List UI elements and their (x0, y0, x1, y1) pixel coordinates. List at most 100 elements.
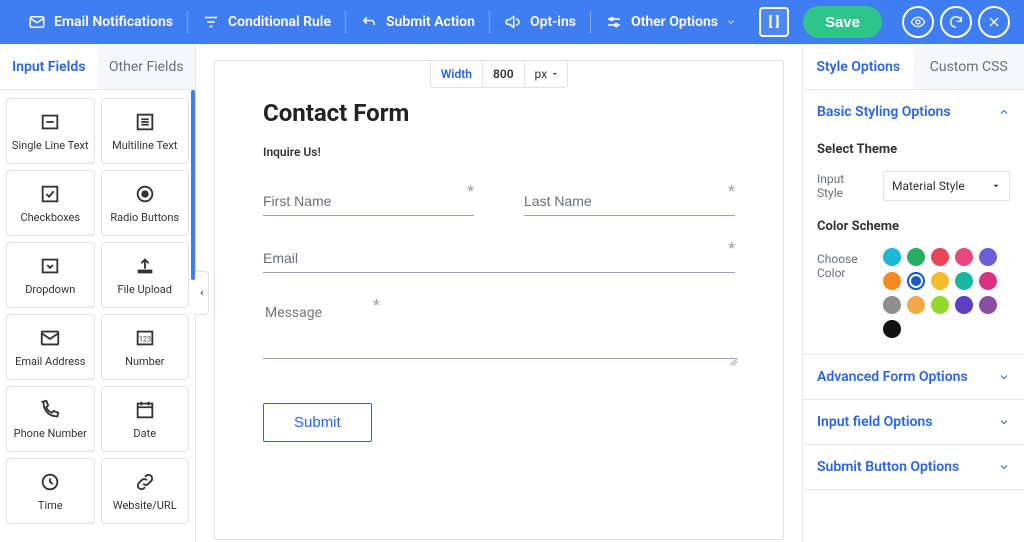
color-swatch[interactable] (931, 296, 949, 314)
tile-dropdown[interactable]: Dropdown (6, 242, 95, 308)
chevron-down-icon (998, 461, 1010, 473)
form-subtitle[interactable]: Inquire Us! (263, 145, 735, 159)
checkbox-icon (39, 183, 61, 205)
message-input[interactable] (263, 301, 735, 359)
top-toolbar: Email Notifications Conditional Rule Sub… (0, 0, 1024, 44)
menu-other-options[interactable]: Other Options (591, 7, 750, 37)
color-swatch[interactable] (931, 248, 949, 266)
color-swatch[interactable] (979, 272, 997, 290)
tab-input-fields[interactable]: Input Fields (0, 44, 98, 89)
return-icon (360, 13, 378, 31)
mail-icon (39, 327, 61, 349)
select-theme-title: Select Theme (817, 142, 1010, 157)
form-canvas[interactable]: Width 800 px Contact Form Inquire Us! * (214, 60, 784, 540)
color-swatch[interactable] (931, 272, 949, 290)
menu-label: Other Options (631, 14, 718, 30)
color-swatch[interactable] (979, 248, 997, 266)
tile-multiline-text[interactable]: Multiline Text (101, 98, 190, 164)
canvas-width-control[interactable]: Width 800 px (430, 60, 568, 88)
menu-submit-action[interactable]: Submit Action (346, 7, 489, 37)
canvas-area: Width 800 px Contact Form Inquire Us! * (196, 44, 802, 542)
input-style-select[interactable]: Material Style (883, 171, 1010, 201)
submit-button[interactable]: Submit (263, 403, 372, 442)
field-first-name[interactable]: * (263, 187, 474, 216)
eye-icon (910, 14, 926, 30)
color-swatch[interactable] (883, 248, 901, 266)
tile-phone-number[interactable]: Phone Number (6, 386, 95, 452)
refresh-button[interactable] (940, 6, 972, 38)
upload-icon (134, 255, 156, 277)
color-swatch[interactable] (955, 296, 973, 314)
tile-website-url[interactable]: Website/URL (101, 458, 190, 524)
tile-file-upload[interactable]: File Upload (101, 242, 190, 308)
menu-email-notifications[interactable]: Email Notifications (14, 7, 187, 37)
width-label: Width (431, 61, 483, 87)
field-last-name[interactable]: * (524, 187, 735, 216)
chevron-down-icon (998, 371, 1010, 383)
tile-date[interactable]: Date (101, 386, 190, 452)
color-swatch[interactable] (883, 296, 901, 314)
shortcode-button[interactable]: [ ] (759, 7, 789, 37)
section-advanced-form-header[interactable]: Advanced Form Options (803, 355, 1024, 399)
textarea-icon (134, 111, 156, 133)
width-value[interactable]: 800 (483, 61, 525, 87)
color-swatch[interactable] (883, 272, 901, 290)
right-panel: Style Options Custom CSS Basic Styling O… (802, 44, 1024, 542)
tile-time[interactable]: Time (6, 458, 95, 524)
first-name-input[interactable] (263, 187, 474, 216)
field-email[interactable]: * (263, 244, 735, 273)
tab-style-options[interactable]: Style Options (803, 44, 914, 89)
phone-icon (39, 399, 61, 421)
refresh-icon (948, 14, 964, 30)
text-input-icon (39, 111, 61, 133)
left-tabs: Input Fields Other Fields (0, 44, 195, 90)
required-mark: * (467, 181, 474, 200)
tile-email-address[interactable]: Email Address (6, 314, 95, 380)
preview-button[interactable] (902, 6, 934, 38)
section-basic-styling-header[interactable]: Basic Styling Options (803, 90, 1024, 134)
color-swatch[interactable] (883, 320, 901, 338)
menu-label: Conditional Rule (228, 14, 331, 30)
choose-color-label: Choose Color (817, 248, 883, 280)
menu-label: Opt-ins (530, 14, 576, 30)
collapse-left-handle[interactable] (195, 271, 209, 315)
tile-checkboxes[interactable]: Checkboxes (6, 170, 95, 236)
required-mark: * (728, 238, 735, 257)
color-swatch[interactable] (955, 248, 973, 266)
calendar-icon (134, 399, 156, 421)
menu-label: Submit Action (386, 14, 475, 30)
sliders-icon (605, 13, 623, 31)
save-button[interactable]: Save (803, 6, 882, 38)
menu-opt-ins[interactable]: Opt-ins (490, 7, 590, 37)
link-icon (134, 471, 156, 493)
tab-other-fields[interactable]: Other Fields (98, 44, 196, 89)
tile-single-line-text[interactable]: Single Line Text (6, 98, 95, 164)
section-submit-button-header[interactable]: Submit Button Options (803, 445, 1024, 489)
megaphone-icon (504, 13, 522, 31)
mail-icon (28, 13, 46, 31)
tile-number[interactable]: 123 Number (101, 314, 190, 380)
color-swatch[interactable] (907, 296, 925, 314)
dropdown-icon (39, 255, 61, 277)
email-input[interactable] (263, 244, 735, 273)
close-button[interactable] (978, 6, 1010, 38)
color-swatch[interactable] (955, 272, 973, 290)
section-input-field-header[interactable]: Input field Options (803, 400, 1024, 444)
number-icon: 123 (134, 327, 156, 349)
section-advanced-form: Advanced Form Options (803, 355, 1024, 400)
width-unit[interactable]: px (525, 67, 568, 81)
color-swatch[interactable] (907, 272, 925, 290)
right-tabs: Style Options Custom CSS (803, 44, 1024, 90)
form-title[interactable]: Contact Form (263, 99, 735, 127)
menu-conditional-rule[interactable]: Conditional Rule (188, 7, 345, 37)
svg-text:123: 123 (139, 334, 151, 343)
tab-custom-css[interactable]: Custom CSS (914, 44, 1024, 89)
field-palette[interactable]: Single Line Text Multiline Text Checkbox… (0, 90, 195, 542)
last-name-input[interactable] (524, 187, 735, 216)
required-mark: * (373, 295, 380, 314)
field-message[interactable]: * (263, 301, 735, 363)
color-swatch[interactable] (979, 296, 997, 314)
tile-radio-buttons[interactable]: Radio Buttons (101, 170, 190, 236)
required-mark: * (728, 181, 735, 200)
color-swatch[interactable] (907, 248, 925, 266)
